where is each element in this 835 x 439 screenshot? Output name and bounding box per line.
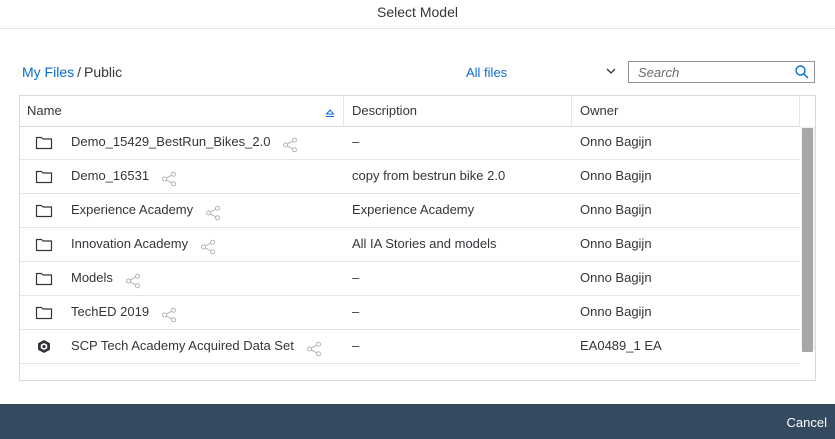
column-header-description[interactable]: Description [344, 96, 572, 126]
row-owner: Onno Bagijn [580, 270, 652, 285]
row-description: – [352, 338, 360, 353]
row-name: Experience Academy [71, 202, 194, 217]
column-header-name[interactable]: Name [20, 96, 344, 126]
toolbar: My Files / Public All files [0, 58, 835, 88]
row-description: – [352, 270, 360, 285]
row-name: Models [71, 270, 113, 285]
row-name-cell: Innovation Academy [71, 228, 216, 260]
row-name-cell: Demo_15429_BestRun_Bikes_2.0 [71, 126, 298, 158]
table-row[interactable]: SCP Tech Academy Acquired Data Set – EA048… [20, 330, 800, 364]
share-icon[interactable] [200, 235, 216, 255]
share-icon[interactable] [161, 303, 177, 323]
cancel-button[interactable]: Cancel [787, 415, 827, 430]
table-row[interactable]: Models – Onno Bagijn [20, 262, 800, 296]
table-row[interactable]: Experience Academy Experience Academy Onno… [20, 194, 800, 228]
row-owner: Onno Bagijn [580, 168, 652, 183]
share-icon[interactable] [125, 269, 141, 289]
column-header-name-label: Name [27, 103, 62, 118]
row-name-cell: Experience Academy [71, 194, 221, 226]
search-field [628, 61, 815, 83]
row-name: SCP Tech Academy Acquired Data Set [71, 338, 294, 353]
breadcrumb-separator: / [77, 64, 82, 80]
row-name: Innovation Academy [71, 236, 189, 251]
table-row[interactable]: Demo_16531 copy from bestrun bike 2.0 Onno… [20, 160, 800, 194]
chevron-down-icon[interactable] [604, 64, 618, 78]
breadcrumb-current: Public [84, 64, 123, 80]
share-icon[interactable] [306, 337, 322, 357]
row-name: Demo_15429_BestRun_Bikes_2.0 [71, 134, 271, 149]
row-name-cell: SCP Tech Academy Acquired Data Set [71, 330, 322, 362]
folder-icon [35, 135, 53, 150]
row-name: TechED 2019 [71, 304, 150, 319]
row-description: All IA Stories and models [352, 236, 497, 251]
share-icon[interactable] [161, 167, 177, 187]
row-description: Experience Academy [352, 202, 475, 217]
row-owner: Onno Bagijn [580, 202, 652, 217]
file-filter-dropdown[interactable]: All files [466, 65, 507, 80]
folder-icon [35, 203, 53, 218]
row-description: copy from bestrun bike 2.0 [352, 168, 506, 183]
column-header-description-label: Description [352, 103, 418, 118]
dialog-footer: Cancel [0, 404, 835, 439]
column-header-owner[interactable]: Owner [572, 96, 800, 126]
dialog-title: Select Model [0, 0, 835, 29]
search-icon[interactable] [794, 64, 810, 80]
breadcrumb: My Files / Public [22, 64, 122, 80]
search-input[interactable] [629, 62, 798, 82]
folder-icon [35, 305, 53, 320]
row-owner: Onno Bagijn [580, 304, 652, 319]
row-description: – [352, 304, 360, 319]
row-owner: Onno Bagijn [580, 236, 652, 251]
row-name-cell: Demo_16531 [71, 160, 177, 192]
breadcrumb-my-files-link[interactable]: My Files [22, 64, 74, 80]
table-body: Demo_15429_BestRun_Bikes_2.0 – Onno Bagijn… [20, 126, 800, 364]
share-icon[interactable] [205, 201, 221, 221]
row-owner: EA0489_1 EA [580, 338, 662, 353]
dataset-icon [35, 339, 53, 354]
table-header: Name Description Owner [20, 96, 800, 127]
table-row[interactable]: Demo_15429_BestRun_Bikes_2.0 – Onno Bagijn [20, 126, 800, 160]
table-row[interactable]: TechED 2019 – Onno Bagijn [20, 296, 800, 330]
table-row[interactable]: Innovation Academy All IA Stories and mod… [20, 228, 800, 262]
share-icon[interactable] [282, 133, 298, 153]
sort-ascending-icon[interactable] [325, 105, 335, 117]
folder-icon [35, 169, 53, 184]
row-name-cell: Models [71, 262, 141, 294]
folder-icon [35, 237, 53, 252]
folder-icon [35, 271, 53, 286]
row-name-cell: TechED 2019 [71, 296, 177, 328]
column-header-owner-label: Owner [580, 103, 619, 118]
row-owner: Onno Bagijn [580, 134, 652, 149]
row-name: Demo_16531 [71, 168, 150, 183]
scrollbar-thumb[interactable] [802, 128, 813, 352]
row-description: – [352, 134, 360, 149]
file-table: Name Description Owner Demo_15429_BestRu… [19, 95, 816, 381]
